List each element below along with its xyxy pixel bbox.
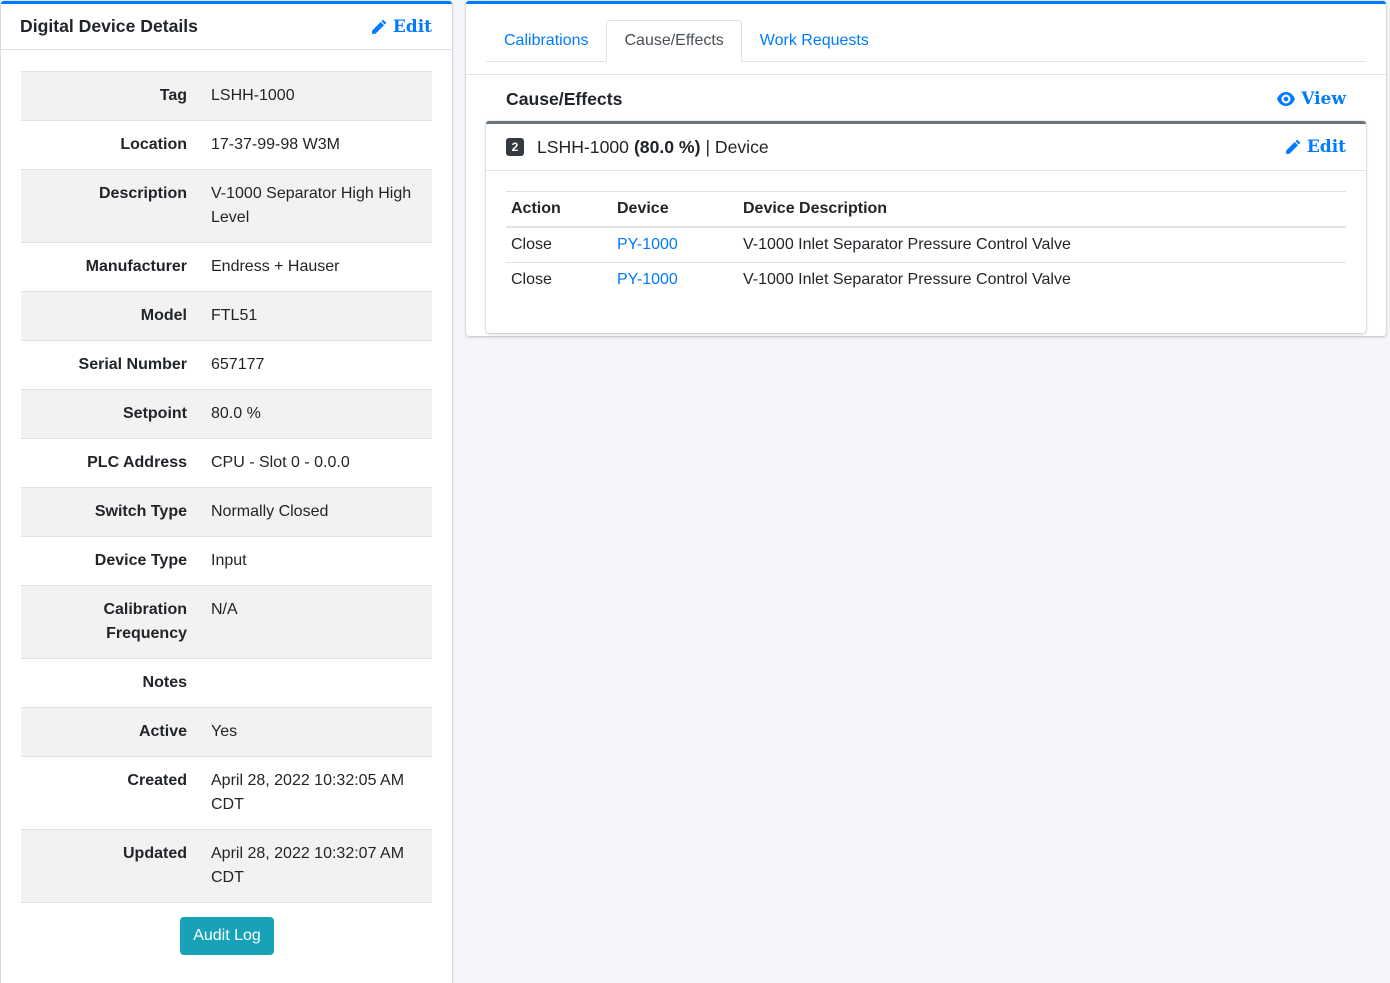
detail-value: 80.0 % <box>199 389 432 439</box>
detail-label: Serial Number <box>21 340 199 390</box>
edit-cause-button[interactable]: Edit <box>1285 137 1346 157</box>
detail-row-updated: Updated April 28, 2022 10:32:07 AM CDT <box>21 829 432 903</box>
detail-label: Calibration Frequency <box>21 585 199 659</box>
pencil-icon <box>1285 139 1301 154</box>
cause-card-header: 2 LSHH-1000 (80.0 %) | Device Edit <box>486 124 1366 171</box>
detail-value: Yes <box>199 707 432 757</box>
detail-row-manufacturer: Manufacturer Endress + Hauser <box>21 242 432 292</box>
detail-value: FTL51 <box>199 291 432 341</box>
tab-cause-effects[interactable]: Cause/Effects <box>606 20 742 62</box>
edit-device-button[interactable]: Edit <box>371 17 432 37</box>
device-details-title: Digital Device Details <box>20 16 198 36</box>
effect-description: V-1000 Inlet Separator Pressure Control … <box>738 262 1346 297</box>
pencil-icon <box>371 19 387 34</box>
detail-value: N/A <box>199 585 432 659</box>
device-details-header: Digital Device Details Edit <box>1 4 452 50</box>
detail-value: 17-37-99-98 W3M <box>199 120 432 170</box>
divider <box>466 74 1386 75</box>
detail-row-calibration-frequency: Calibration Frequency N/A <box>21 585 432 659</box>
detail-value <box>199 658 432 708</box>
tab-bar: Calibrations Cause/Effects Work Requests <box>486 20 1366 62</box>
view-cause-effects-button[interactable]: View <box>1277 89 1346 109</box>
audit-log-button[interactable]: Audit Log <box>180 917 274 955</box>
cause-effects-title: Cause/Effects <box>506 88 623 109</box>
tab-calibrations[interactable]: Calibrations <box>486 20 606 62</box>
cause-setpoint: (80.0 %) <box>633 136 701 157</box>
detail-value: Normally Closed <box>199 487 432 537</box>
detail-label: Active <box>21 707 199 757</box>
detail-label: Tag <box>21 71 199 121</box>
detail-label: Updated <box>21 829 199 903</box>
column-header: Device <box>612 191 738 228</box>
detail-row-serial-number: Serial Number 657177 <box>21 340 432 390</box>
detail-label: Device Type <box>21 536 199 586</box>
detail-row-description: Description V-1000 Separator High High L… <box>21 169 432 243</box>
effects-table: Action Device Device Description Close P… <box>506 191 1346 297</box>
cause-tag: LSHH-1000 <box>537 136 629 157</box>
detail-row-device-type: Device Type Input <box>21 536 432 586</box>
column-header: Action <box>506 191 612 228</box>
detail-row-active: Active Yes <box>21 707 432 757</box>
detail-row-created: Created April 28, 2022 10:32:05 AM CDT <box>21 756 432 830</box>
cause-title: 2 LSHH-1000 (80.0 %) | Device <box>506 137 769 158</box>
detail-value: Input <box>199 536 432 586</box>
tabs-card: Calibrations Cause/Effects Work Requests… <box>466 1 1386 336</box>
column-header: Device Description <box>738 191 1346 228</box>
detail-value: Endress + Hauser <box>199 242 432 292</box>
table-header-row: Action Device Device Description <box>506 191 1346 228</box>
edit-device-label: Edit <box>392 16 432 37</box>
table-row: Close PY-1000 V-1000 Inlet Separator Pre… <box>506 262 1346 297</box>
effect-device-link[interactable]: PY-1000 <box>617 236 678 253</box>
detail-row-model: Model FTL51 <box>21 291 432 341</box>
detail-label: Model <box>21 291 199 341</box>
detail-value: April 28, 2022 10:32:07 AM CDT <box>199 829 432 903</box>
detail-row-setpoint: Setpoint 80.0 % <box>21 389 432 439</box>
detail-row-switch-type: Switch Type Normally Closed <box>21 487 432 537</box>
effect-description: V-1000 Inlet Separator Pressure Control … <box>743 236 1071 253</box>
detail-label: PLC Address <box>21 438 199 488</box>
detail-label: Created <box>21 756 199 830</box>
detail-value: V-1000 Separator High High Level <box>199 169 432 243</box>
tab-work-requests[interactable]: Work Requests <box>742 20 887 62</box>
cause-effects-header: Cause/Effects View <box>506 84 1346 114</box>
detail-value: CPU - Slot 0 - 0.0.0 <box>199 438 432 488</box>
detail-row-notes: Notes <box>21 658 432 708</box>
device-details-table: Tag LSHH-1000 Location 17-37-99-98 W3M D… <box>21 71 432 903</box>
detail-value: LSHH-1000 <box>199 71 432 121</box>
edit-cause-label: Edit <box>1306 137 1346 157</box>
detail-row-tag: Tag LSHH-1000 <box>21 71 432 121</box>
detail-label: Notes <box>21 658 199 708</box>
detail-value: 657177 <box>199 340 432 390</box>
cause-suffix: | Device <box>705 136 769 157</box>
effect-action: Close <box>506 262 612 297</box>
detail-label: Switch Type <box>21 487 199 537</box>
detail-row-plc-address: PLC Address CPU - Slot 0 - 0.0.0 <box>21 438 432 488</box>
detail-row-location: Location 17-37-99-98 W3M <box>21 120 432 170</box>
table-row: Close PY-1000 V-1000 Inlet Separator Pre… <box>506 227 1346 263</box>
device-details-card: Digital Device Details Edit Tag LSHH-100… <box>1 1 452 983</box>
eye-icon <box>1277 92 1296 106</box>
cause-count-badge: 2 <box>506 138 524 156</box>
effect-action: Close <box>511 236 552 253</box>
view-label: View <box>1301 89 1346 109</box>
detail-label: Setpoint <box>21 389 199 439</box>
detail-label: Manufacturer <box>21 242 199 292</box>
detail-label: Description <box>21 169 199 243</box>
detail-label: Location <box>21 120 199 170</box>
effect-device-link[interactable]: PY-1000 <box>617 271 678 288</box>
detail-value: April 28, 2022 10:32:05 AM CDT <box>199 756 432 830</box>
cause-card: 2 LSHH-1000 (80.0 %) | Device Edit Actio… <box>486 121 1366 333</box>
